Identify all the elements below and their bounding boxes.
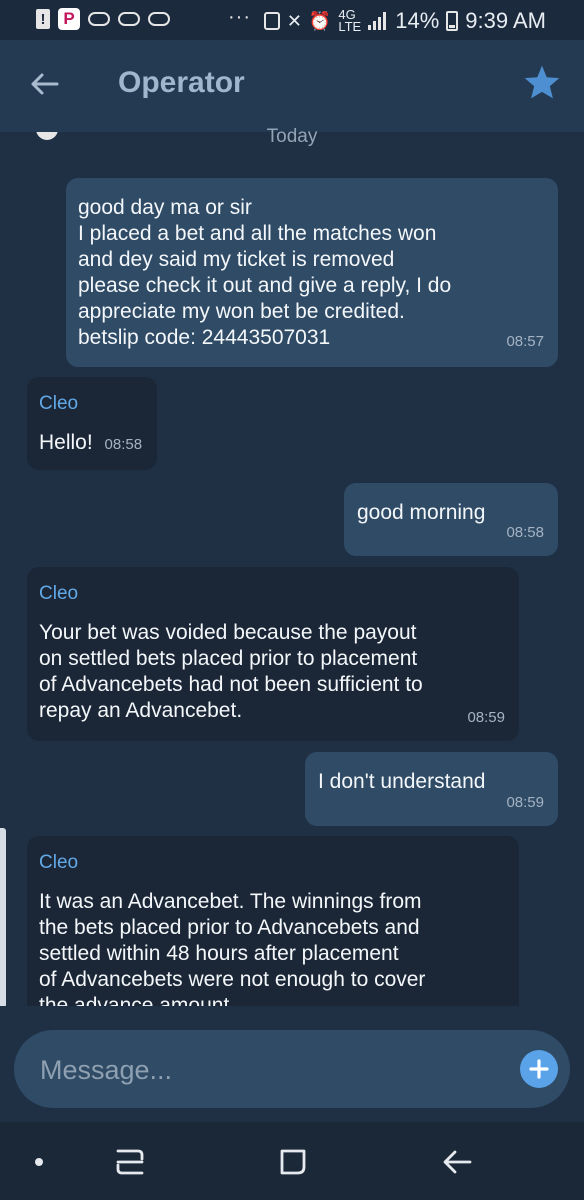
star-icon: [524, 65, 560, 99]
message-bubble-outgoing[interactable]: good morning 08:58: [344, 483, 558, 556]
battery-icon: [446, 11, 459, 31]
dot-icon: [35, 1158, 43, 1166]
message-composer: [14, 1030, 570, 1108]
home-button[interactable]: [268, 1142, 318, 1182]
clock: 9:39 AM: [465, 8, 546, 33]
gamepad-icon: [118, 12, 140, 26]
date-separator: Today: [266, 126, 318, 147]
system-nav-bar: [0, 1122, 584, 1200]
message-text: Hello!: [39, 431, 93, 454]
message-input[interactable]: [38, 1052, 482, 1088]
message-bubble-outgoing[interactable]: good day ma or sir I placed a bet and al…: [66, 178, 558, 367]
recent-apps-icon: [116, 1149, 144, 1175]
alarm-icon: ⏰: [308, 10, 332, 31]
sender-name: Cleo: [39, 852, 79, 873]
message-text: good day ma or sir I placed a bet and al…: [78, 196, 452, 349]
back-button[interactable]: [22, 62, 66, 106]
gamepad-icon: [88, 12, 110, 26]
battery-percent: 14%: [395, 8, 440, 33]
arrow-left-icon: [31, 73, 59, 95]
message-list[interactable]: Today good day ma or sir I placed a bet …: [0, 110, 584, 1006]
network-type: 4G LTE: [338, 7, 362, 34]
nfc-icon: [263, 12, 280, 30]
message-bubble-incoming[interactable]: Cleo Your bet was voided because the pay…: [27, 567, 519, 741]
message-text: Your bet was voided because the payout o…: [39, 621, 423, 722]
message-time: 08:58: [506, 524, 544, 541]
back-nav-button[interactable]: [432, 1142, 482, 1182]
message-time: 08:59: [506, 794, 544, 811]
recent-apps-button[interactable]: [105, 1142, 155, 1182]
alert-icon: !: [36, 9, 50, 29]
plus-icon: [529, 1059, 549, 1079]
message-bubble-outgoing[interactable]: I don't understand 08:59: [305, 752, 558, 826]
message-bubble-incoming[interactable]: Cleo It was an Advancebet. The winnings …: [27, 836, 519, 1006]
message-time: 08:58: [104, 436, 143, 453]
page-title: Operator: [118, 66, 245, 99]
scroll-indicator[interactable]: [0, 828, 6, 1008]
home-square-icon: [280, 1149, 306, 1175]
signal-icon: [368, 12, 388, 30]
favorite-button[interactable]: [522, 62, 562, 102]
back-arrow-icon: [443, 1150, 472, 1174]
message-text: It was an Advancebet. The winnings from …: [39, 890, 426, 1006]
app-p-icon: P: [58, 8, 80, 30]
gamepad-icon: [148, 12, 170, 26]
message-time: 08:59: [467, 709, 505, 726]
mute-icon: ✕: [286, 10, 302, 31]
sender-name: Cleo: [39, 393, 79, 414]
status-bar: ! P ••• ··· ✕ ⏰ 4GLTE 14% 9:39 AM: [0, 0, 584, 140]
more-notifications-icon: ···: [228, 6, 251, 28]
nav-dot-button[interactable]: [14, 1142, 64, 1182]
attach-button[interactable]: [520, 1050, 558, 1088]
message-time: 08:57: [506, 333, 544, 350]
sender-name: Cleo: [39, 583, 79, 604]
message-bubble-incoming[interactable]: Cleo Hello! 08:58: [27, 377, 157, 470]
